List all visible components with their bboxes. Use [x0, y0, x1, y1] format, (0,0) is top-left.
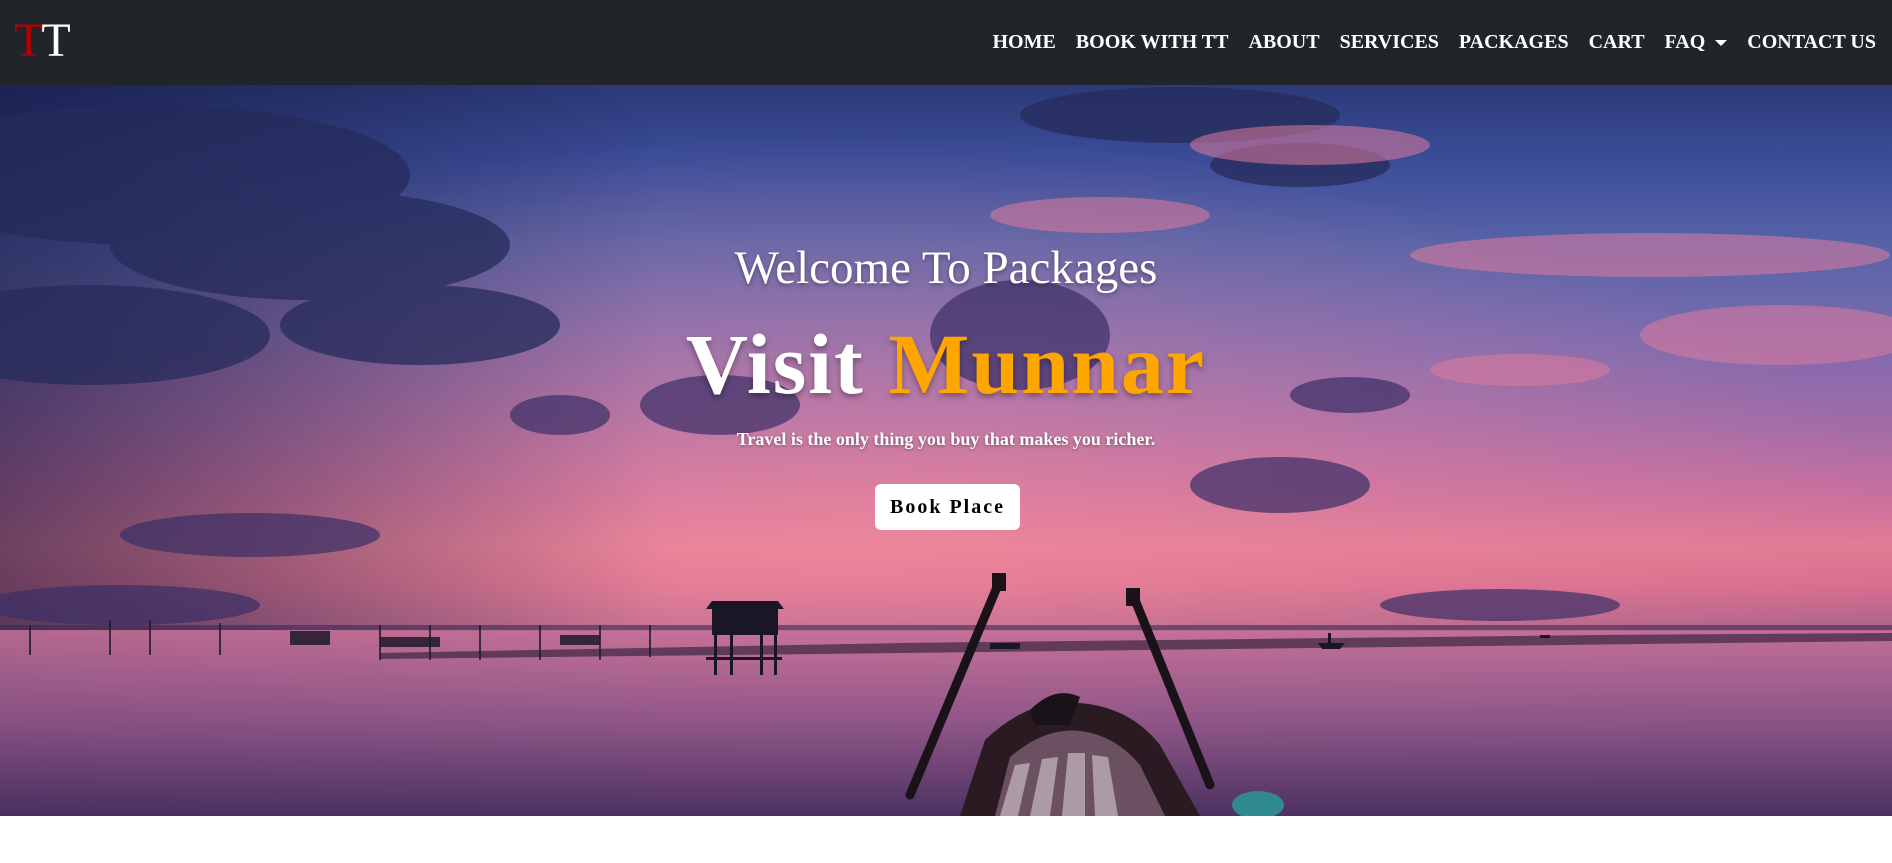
nav-item-label: HOME	[992, 31, 1056, 53]
hero-banner: Welcome To Packages Visit Munnar Travel …	[0, 85, 1892, 816]
nav-item-label: FAQ	[1664, 31, 1706, 53]
brand-letter-white: T	[41, 13, 70, 67]
headline-accent: Munnar	[888, 316, 1207, 412]
headline-prefix: Visit	[685, 316, 865, 412]
nav-item-label: PACKAGES	[1458, 31, 1569, 53]
nav-item-book-with-tt[interactable]: BOOK WITH TT	[1076, 31, 1229, 54]
hero-background-image	[0, 85, 1892, 816]
nav-item-label: CART	[1588, 31, 1645, 53]
page-content-below	[0, 816, 1892, 863]
nav-item-cart[interactable]: CART	[1589, 31, 1645, 54]
nav-item-home[interactable]: HOME	[992, 31, 1055, 54]
navbar: TT HOME BOOK WITH TT ABOUT SERVICES PACK…	[0, 0, 1892, 85]
caret-down-icon	[1715, 39, 1728, 46]
nav-item-label: SERVICES	[1339, 31, 1439, 53]
nav-item-packages[interactable]: PACKAGES	[1459, 31, 1569, 54]
nav-menu: HOME BOOK WITH TT ABOUT SERVICES PACKAGE…	[972, 31, 1876, 54]
hero-tagline: Travel is the only thing you buy that ma…	[736, 429, 1156, 449]
nav-item-label: BOOK WITH TT	[1075, 31, 1229, 53]
nav-item-services[interactable]: SERVICES	[1340, 31, 1439, 54]
hero-welcome-text: Welcome To Packages	[734, 242, 1158, 294]
nav-item-faq-dropdown[interactable]: FAQ	[1665, 31, 1728, 54]
hero-headline: Visit Munnar	[0, 321, 1892, 407]
nav-item-contact-us[interactable]: CONTACT US	[1747, 31, 1876, 54]
book-place-button[interactable]: Book Place	[875, 484, 1020, 530]
brand-logo[interactable]: TT	[14, 13, 71, 67]
brand-letter-red: T	[14, 13, 43, 67]
nav-item-label: CONTACT US	[1747, 31, 1876, 53]
nav-item-label: ABOUT	[1248, 31, 1320, 53]
nav-item-about[interactable]: ABOUT	[1248, 31, 1319, 54]
